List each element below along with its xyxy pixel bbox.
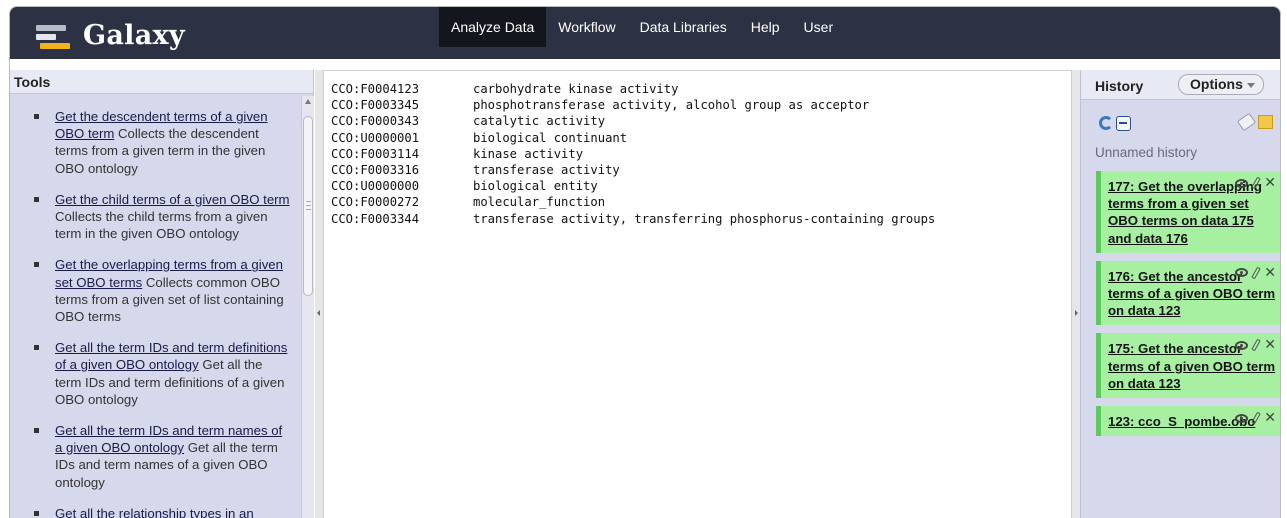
chevron-down-icon [1247,83,1255,88]
annotation-icon[interactable] [1258,115,1273,129]
tab-workflow[interactable]: Workflow [546,7,627,47]
bullet-icon [34,114,39,119]
term-name: catalytic activity [473,114,606,129]
chevron-left-icon [317,310,320,316]
history-header: History Options [1081,70,1280,100]
term-id: CCO:U0000001 [331,130,420,145]
masthead: Galaxy Analyze Data Workflow Data Librar… [10,7,1280,59]
dataset-actions: ✕ [1235,266,1276,280]
collapse-history-handle[interactable] [1072,70,1080,518]
table-row: CCO:F0003344 transferase activity, transf… [331,211,935,227]
brand-title: Galaxy [83,20,185,51]
dataset-item[interactable]: ✕ 176: Get the ancestor terms of a given… [1096,260,1280,326]
tool-item: Get all the relationship types in an [34,505,291,518]
table-row: CCO:U0000000 biological entity [331,178,935,194]
term-id: CCO:F0000343 [331,114,420,129]
history-title: History [1095,78,1144,94]
table-row: CCO:F0003345 phosphotransferase activity,… [331,97,935,113]
term-name: biological entity [473,179,598,194]
term-name: molecular_function [473,195,606,210]
scroll-thumb[interactable] [303,116,313,296]
dataset-actions: ✕ [1235,338,1276,352]
refresh-icon[interactable] [1099,116,1113,130]
dataset-item[interactable]: ✕ 123: cco_S_pombe.obo [1096,406,1280,437]
term-name: kinase activity [473,146,584,161]
term-id: CCO:U0000000 [331,179,420,194]
pencil-icon[interactable] [1251,266,1261,280]
dataset-item[interactable]: ✕ 177: Get the overlapping terms from a … [1096,171,1280,253]
history-options-button[interactable]: Options [1178,74,1264,95]
tool-item: Get the child terms of a given OBO term … [34,191,291,243]
tool-item: Get the descendent terms of a given OBO … [34,108,291,177]
pencil-icon[interactable] [1251,411,1261,425]
options-label: Options [1190,76,1243,92]
dataset-list: ✕ 177: Get the overlapping terms from a … [1096,171,1280,444]
galaxy-window: Galaxy Analyze Data Workflow Data Librar… [9,6,1281,518]
tab-data-libraries[interactable]: Data Libraries [628,7,739,47]
term-name: biological continuant [473,130,628,145]
table-row: CCO:F0003316 transferase activity [331,162,935,178]
eye-icon[interactable] [1235,178,1249,188]
term-name: transferase activity, transferring phosp… [473,211,936,226]
obo-terms-table: CCO:F0004123 carbohydrate kinase activity… [331,81,935,227]
tool-link[interactable]: Get all the relationship types in an [55,506,254,518]
bullet-icon [34,510,39,516]
table-row: CCO:F0000272 molecular_function [331,194,935,210]
tools-header: Tools [10,70,313,94]
table-row: CCO:U0000001 biological continuant [331,130,935,146]
term-id: CCO:F0003345 [331,98,420,113]
dataset-actions: ✕ [1235,176,1276,190]
history-name[interactable]: Unnamed history [1095,145,1197,160]
tab-user[interactable]: User [792,7,846,47]
delete-icon[interactable]: ✕ [1264,411,1276,425]
term-name: phosphotransferase activity, alcohol gro… [473,98,870,113]
tools-scrollbar[interactable] [301,96,314,518]
pencil-icon[interactable] [1251,339,1261,352]
history-panel: History Options Unnamed history ✕ 177: G… [1080,70,1280,518]
scroll-up-icon[interactable] [305,99,311,104]
tag-icon[interactable] [1236,112,1257,132]
collapse-icon[interactable] [1116,116,1131,131]
history-toolbar [1095,112,1275,137]
bullet-icon [34,345,39,351]
term-name: transferase activity [473,163,620,178]
bullet-icon [34,262,39,268]
tools-list: Get the descendent terms of a given OBO … [10,94,313,518]
center-panel: CCO:F0004123 carbohydrate kinase activity… [323,70,1072,518]
tab-help[interactable]: Help [739,7,792,47]
chevron-right-icon [1075,310,1078,316]
delete-icon[interactable]: ✕ [1264,176,1276,190]
eye-icon[interactable] [1235,340,1249,350]
term-id: CCO:F0000272 [331,195,420,210]
term-id: CCO:F0003344 [331,211,420,226]
tool-item: Get all the term IDs and term names of a… [34,422,291,491]
bullet-icon [34,196,39,202]
dataset-item[interactable]: ✕ 175: Get the ancestor terms of a given… [1096,333,1280,399]
eye-icon[interactable] [1235,413,1249,423]
nav-tabs: Analyze Data Workflow Data Libraries Hel… [439,7,845,47]
bullet-icon [34,428,39,434]
term-name: carbohydrate kinase activity [473,82,679,96]
dataset-actions: ✕ [1235,411,1276,425]
tools-panel: Tools Get the descendent terms of a give… [10,70,314,518]
tool-item: Get the overlapping terms from a given s… [34,256,291,325]
galaxy-logo-icon [36,22,70,50]
pencil-icon[interactable] [1251,176,1261,190]
term-id: CCO:F0004123 [331,82,420,96]
brand[interactable]: Galaxy [36,20,185,51]
tool-item: Get all the term IDs and term definition… [34,339,291,408]
delete-icon[interactable]: ✕ [1264,338,1276,352]
table-row: CCO:F0000343 catalytic activity [331,113,935,129]
term-id: CCO:F0003114 [331,146,420,161]
tab-analyze-data[interactable]: Analyze Data [439,7,547,47]
eye-icon[interactable] [1235,268,1249,278]
term-id: CCO:F0003316 [331,163,420,178]
tool-description: Collects the child terms from a given te… [55,209,268,242]
collapse-tools-handle[interactable] [315,70,323,518]
tool-link[interactable]: Get the child terms of a given OBO term [55,192,290,207]
table-row: CCO:F0003114 kinase activity [331,146,935,162]
table-row: CCO:F0004123 carbohydrate kinase activity [331,81,935,97]
delete-icon[interactable]: ✕ [1264,266,1276,280]
